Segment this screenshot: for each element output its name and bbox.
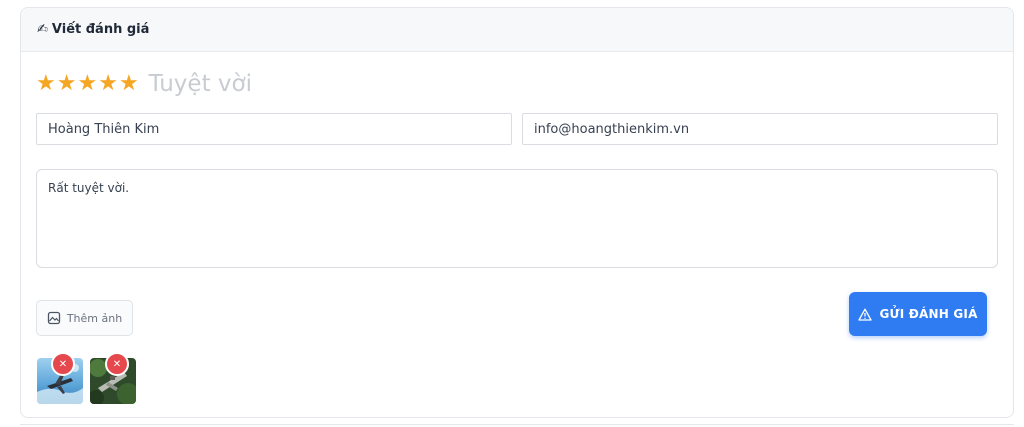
remove-photo-1-button[interactable]: ✕ [51,352,75,376]
star-rating[interactable]: ★ ★ ★ ★ ★ Tuyệt vời [36,70,252,98]
card-title-text: Viết đánh giá [51,22,150,37]
star-icon[interactable]: ★ [98,70,118,98]
add-photo-label: Thêm ảnh [66,311,123,325]
image-icon [47,311,60,325]
submit-review-button[interactable]: GỬI ĐÁNH GIÁ [849,292,987,336]
name-field[interactable]: Hoàng Thiên Kim [36,113,512,145]
card-title: ✍ Viết đánh giá [37,22,149,37]
remove-photo-2-button[interactable]: ✕ [105,352,129,376]
close-icon: ✕ [112,358,122,370]
review-textarea[interactable]: Rất tuyệt vời. [36,169,998,268]
warning-triangle-icon [858,308,873,321]
submit-label: GỬI ĐÁNH GIÁ [879,307,978,321]
card-header: ✍ Viết đánh giá [21,8,1013,52]
review-page: ✍ Viết đánh giá ★ ★ ★ ★ ★ Tuyệt vời Hoàn… [0,0,1024,427]
rating-label: Tuyệt vời [148,71,252,97]
star-icon[interactable]: ★ [57,70,77,98]
review-form-card: ✍ Viết đánh giá ★ ★ ★ ★ ★ Tuyệt vời Hoàn… [20,7,1014,418]
close-icon: ✕ [58,358,68,370]
pencil-icon: ✍ [37,22,48,37]
star-icon[interactable]: ★ [36,70,56,98]
email-field[interactable]: info@hoangthienkim.vn [522,113,998,145]
divider [20,424,1014,425]
add-photo-button[interactable]: Thêm ảnh [36,300,133,336]
star-icon[interactable]: ★ [119,70,139,98]
star-icon[interactable]: ★ [77,70,97,98]
